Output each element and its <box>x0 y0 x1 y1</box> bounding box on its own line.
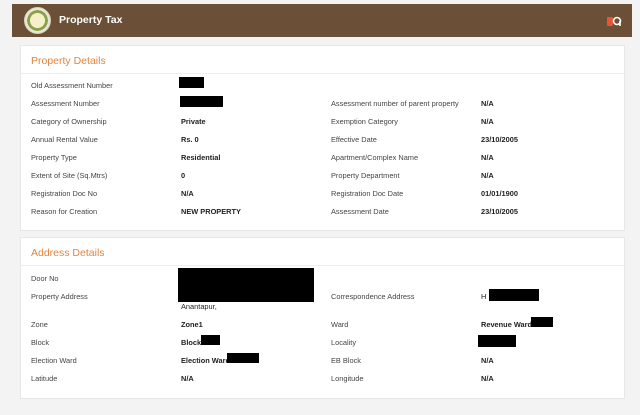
door-no-label: Door No <box>31 274 59 283</box>
eb-block-label: EB Block <box>331 356 361 365</box>
exemption-category-label: Exemption Category <box>331 117 398 126</box>
property-details-heading: Property Details <box>31 55 106 67</box>
extent-of-site-label: Extent of Site (Sq.Mtrs) <box>31 171 108 180</box>
eb-block-value: N/A <box>481 356 494 365</box>
assessment-date-label: Assessment Date <box>331 207 389 216</box>
extent-of-site-value: 0 <box>181 171 186 180</box>
ward-value: Revenue Ward <box>481 320 533 329</box>
zone-value: Zone1 <box>181 320 203 329</box>
property-address-value: Anantapur, <box>181 302 217 311</box>
apartment-complex-name-label: Apartment/Complex Name <box>331 153 419 162</box>
annual-rental-value-label: Annual Rental Value <box>31 135 98 144</box>
page-title: Property Tax <box>59 14 123 26</box>
redacted-locality <box>478 335 516 347</box>
assessment-number-label: Assessment Number <box>31 99 100 108</box>
category-of-ownership-value: Private <box>181 117 206 126</box>
section-divider <box>21 265 624 266</box>
parent-assessment-label: Assessment number of parent property <box>331 99 459 108</box>
longitude-value: N/A <box>481 374 494 383</box>
correspondence-address-label: Correspondence Address <box>331 292 415 301</box>
category-of-ownership-label: Category of Ownership <box>31 117 107 126</box>
section-divider <box>21 73 624 74</box>
effective-date-value: 23/10/2005 <box>481 135 518 144</box>
ward-label: Ward <box>331 320 349 329</box>
redacted-correspondence-address <box>489 289 539 301</box>
property-type-value: Residential <box>181 153 221 162</box>
longitude-label: Longitude <box>331 374 364 383</box>
registration-doc-date-value: 01/01/1900 <box>481 189 518 198</box>
government-emblem-logo <box>24 7 51 34</box>
annual-rental-value-value: Rs. 0 <box>181 135 199 144</box>
reason-for-creation-label: Reason for Creation <box>31 207 98 216</box>
old-assessment-number-label: Old Assessment Number <box>31 81 113 90</box>
redacted-block-number <box>201 335 220 345</box>
parent-assessment-value: N/A <box>481 99 494 108</box>
registration-doc-no-value: N/A <box>181 189 194 198</box>
property-department-label: Property Department <box>331 171 400 180</box>
exemption-category-value: N/A <box>481 117 494 126</box>
property-type-label: Property Type <box>31 153 77 162</box>
correspondence-address-value: H <box>481 292 487 301</box>
election-ward-label: Election Ward <box>31 356 77 365</box>
property-details-panel: Property Details Old Assessment Number A… <box>20 45 625 231</box>
redacted-assessment-number <box>180 96 223 107</box>
redacted-election-ward-number <box>227 353 259 363</box>
election-ward-value: Election Ward <box>181 356 231 365</box>
redacted-old-assessment-number <box>179 77 204 88</box>
address-details-heading: Address Details <box>31 247 105 259</box>
block-label: Block <box>31 338 50 347</box>
latitude-value: N/A <box>181 374 194 383</box>
brand-icon[interactable] <box>606 13 622 29</box>
assessment-date-value: 23/10/2005 <box>481 207 518 216</box>
address-details-panel: Address Details Door No Property Address… <box>20 237 625 399</box>
property-department-value: N/A <box>481 171 494 180</box>
effective-date-label: Effective Date <box>331 135 377 144</box>
block-value: Block <box>181 338 202 347</box>
property-address-label: Property Address <box>31 292 88 301</box>
reason-for-creation-value: NEW PROPERTY <box>181 207 241 216</box>
registration-doc-date-label: Registration Doc Date <box>331 189 404 198</box>
redacted-ward-number <box>531 317 553 327</box>
locality-label: Locality <box>331 338 357 347</box>
zone-label: Zone <box>31 320 48 329</box>
apartment-complex-name-value: N/A <box>481 153 494 162</box>
app-header: Property Tax <box>12 4 632 37</box>
registration-doc-no-label: Registration Doc No <box>31 189 98 198</box>
redacted-door-and-address <box>178 268 314 302</box>
latitude-label: Latitude <box>31 374 58 383</box>
